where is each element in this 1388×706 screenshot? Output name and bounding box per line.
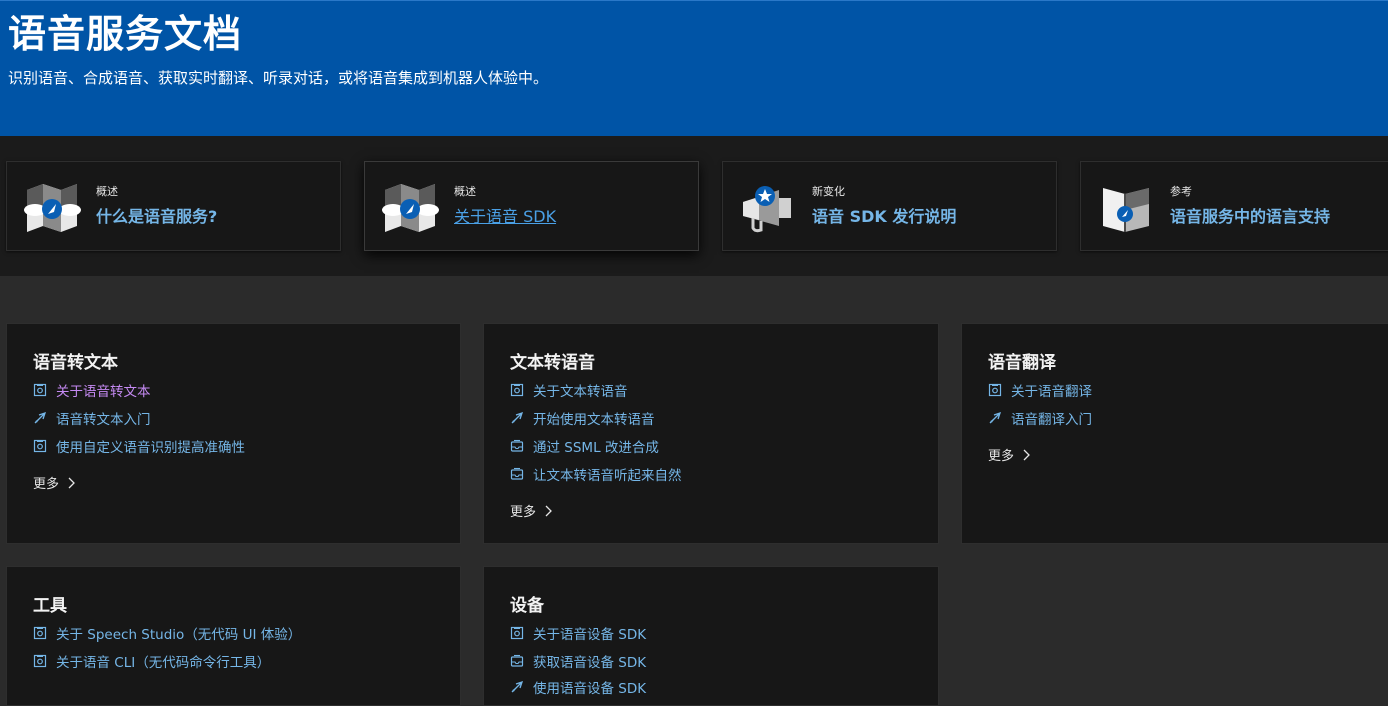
concept-icon (33, 383, 47, 397)
concept-icon (33, 439, 47, 453)
concept-icon (510, 626, 524, 640)
more-link[interactable]: 更多 (33, 473, 76, 492)
card-title-link[interactable]: 语音 SDK 发行说明 (812, 203, 956, 227)
featured-card-about-sdk[interactable]: 概述 关于语音 SDK (364, 161, 699, 251)
concept-icon (33, 626, 47, 640)
map-compass-icon (382, 184, 439, 232)
link-speech-studio[interactable]: 关于 Speech Studio（无代码 UI 体验） (33, 623, 301, 643)
megaphone-star-icon (743, 186, 791, 233)
card-type: 概述 (454, 185, 476, 198)
link-natural-tts[interactable]: 让文本转语音听起来自然 (510, 464, 682, 484)
section-title: 语音翻译 (988, 353, 1056, 373)
link-speech-cli[interactable]: 关于语音 CLI（无代码命令行工具） (33, 651, 270, 671)
concept-icon (510, 383, 524, 397)
link-stt-quickstart[interactable]: 语音转文本入门 (33, 408, 151, 428)
section-title: 语音转文本 (33, 353, 118, 373)
more-link[interactable]: 更多 (510, 501, 553, 520)
link-about-devices-sdk[interactable]: 关于语音设备 SDK (510, 623, 646, 643)
section-title: 设备 (510, 596, 544, 616)
rocket-icon (34, 411, 47, 424)
chevron-right-icon (545, 505, 552, 516)
section-speech-translation: 语音翻译 关于语音翻译 语音翻译入门 更多 (961, 323, 1388, 544)
rocket-icon (511, 411, 524, 424)
link-custom-speech[interactable]: 使用自定义语音识别提高准确性 (33, 436, 245, 456)
section-title: 工具 (33, 596, 67, 616)
chevron-right-icon (68, 477, 75, 488)
card-title-link[interactable]: 语音服务中的语言支持 (1170, 203, 1330, 227)
page-subtitle: 识别语音、合成语音、获取实时翻译、听录对话，或将语音集成到机器人体验中。 (8, 69, 549, 87)
hero-banner: 语音服务文档 识别语音、合成语音、获取实时翻译、听录对话，或将语音集成到机器人体… (0, 0, 1388, 136)
how-to-icon (510, 467, 524, 480)
rocket-icon (511, 680, 524, 693)
concept-icon (988, 383, 1002, 397)
section-text-to-speech: 文本转语音 关于文本转语音 开始使用文本转语音 通过 SSML 改进合成 让文本… (483, 323, 939, 544)
more-link[interactable]: 更多 (988, 445, 1031, 464)
page-title: 语音服务文档 (8, 12, 243, 56)
card-title-link[interactable]: 什么是语音服务? (96, 203, 217, 227)
link-use-devices-sdk[interactable]: 使用语音设备 SDK (510, 677, 646, 697)
link-about-translation[interactable]: 关于语音翻译 (988, 380, 1092, 400)
section-devices: 设备 关于语音设备 SDK 获取语音设备 SDK 使用语音设备 SDK (483, 566, 939, 706)
section-tools: 工具 关于 Speech Studio（无代码 UI 体验） 关于语音 CLI（… (6, 566, 461, 706)
how-to-icon (510, 439, 524, 452)
section-title: 文本转语音 (510, 353, 595, 373)
link-translation-quickstart[interactable]: 语音翻译入门 (988, 408, 1092, 428)
book-compass-icon (1103, 188, 1149, 232)
link-about-tts[interactable]: 关于文本转语音 (510, 380, 628, 400)
featured-card-what-is-speech[interactable]: 概述 什么是语音服务? (6, 161, 341, 251)
card-title-link[interactable]: 关于语音 SDK (454, 203, 556, 227)
link-about-stt[interactable]: 关于语音转文本 (33, 380, 151, 400)
card-type: 参考 (1170, 185, 1192, 198)
featured-card-language-support[interactable]: 参考 语音服务中的语言支持 (1080, 161, 1388, 251)
link-get-devices-sdk[interactable]: 获取语音设备 SDK (510, 651, 646, 671)
map-compass-icon (24, 184, 81, 232)
link-tts-quickstart[interactable]: 开始使用文本转语音 (510, 408, 655, 428)
how-to-icon (510, 654, 524, 667)
link-ssml[interactable]: 通过 SSML 改进合成 (510, 436, 659, 456)
featured-card-release-notes[interactable]: 新变化 语音 SDK 发行说明 (722, 161, 1057, 251)
section-speech-to-text: 语音转文本 关于语音转文本 语音转文本入门 使用自定义语音识别提高准确性 更多 (6, 323, 461, 544)
chevron-right-icon (1023, 449, 1030, 460)
rocket-icon (989, 411, 1002, 424)
card-type: 概述 (96, 185, 118, 198)
card-type: 新变化 (812, 185, 845, 198)
concept-icon (33, 654, 47, 668)
